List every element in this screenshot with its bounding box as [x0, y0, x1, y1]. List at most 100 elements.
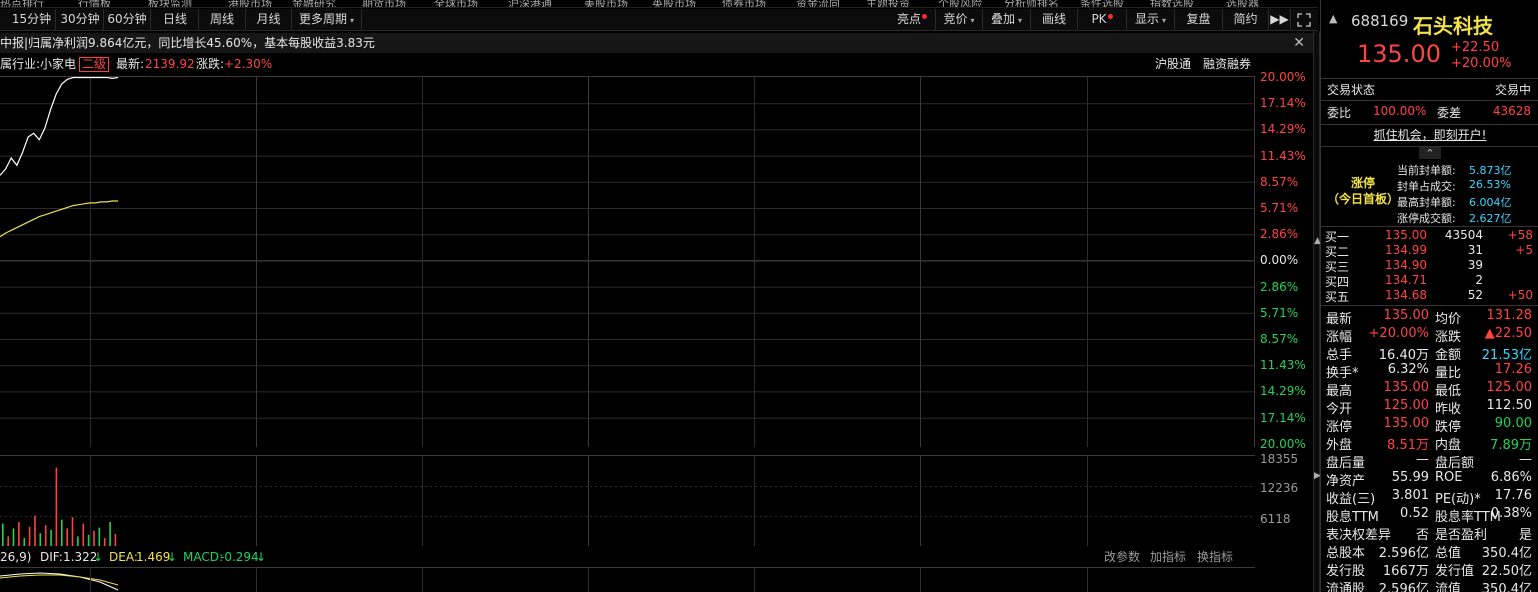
- bid-row[interactable]: 买一 135.00 43504 +58: [1321, 228, 1538, 244]
- top-menu-item[interactable]: 板块监测: [148, 0, 192, 7]
- stat-value: 55.99: [1391, 470, 1429, 485]
- last-price: 135.00: [1357, 40, 1441, 68]
- bid-row[interactable]: 买三 134.90 39: [1321, 258, 1538, 274]
- stat-value: 0.52: [1400, 506, 1429, 521]
- switch-indicator-button[interactable]: 换指标: [1197, 548, 1233, 566]
- volume-bar: [55, 467, 58, 546]
- expand-icon[interactable]: ⌃: [1419, 147, 1441, 160]
- axis-tick-label: 8.57%: [1260, 174, 1299, 189]
- stat-label: PE(动)*: [1435, 492, 1481, 507]
- fullscreen-icon[interactable]: [1292, 9, 1316, 31]
- stat-label: 最新: [1326, 312, 1353, 327]
- period-button[interactable]: 月线: [246, 9, 292, 31]
- bid-row[interactable]: 买二 134.99 31 +5: [1321, 243, 1538, 259]
- toolbar-button[interactable]: 简约: [1223, 9, 1269, 31]
- top-menu-item[interactable]: 选股器: [1226, 0, 1259, 7]
- toolbar-button[interactable]: 竞价 ▾: [936, 9, 983, 31]
- top-menu-item[interactable]: 债券市场: [722, 0, 766, 7]
- hk-connect-link[interactable]: 沪股通: [1155, 55, 1191, 73]
- macd-arrow: ↓: [256, 550, 267, 564]
- toolbar-button[interactable]: 画线: [1031, 9, 1078, 31]
- weibi-row: 委比 100.00% 委差 43628: [1321, 104, 1538, 122]
- intraday-chart[interactable]: [0, 76, 1255, 447]
- open-account-link[interactable]: 抓住机会，即刻开户!: [1321, 126, 1538, 143]
- stock-name[interactable]: 石头科技: [1413, 10, 1493, 39]
- top-menu-item[interactable]: 金融研究: [292, 0, 336, 7]
- top-menu-item[interactable]: 全球市场: [434, 0, 478, 7]
- toolbar-button[interactable]: 显示 ▾: [1127, 9, 1175, 31]
- top-menu-item[interactable]: 主题投资: [866, 0, 910, 7]
- toolbar-button[interactable]: ▶▶: [1269, 9, 1291, 31]
- close-icon[interactable]: ✕: [1293, 33, 1305, 53]
- status-value: 交易中: [1494, 83, 1531, 97]
- macd-chart[interactable]: [0, 567, 1255, 592]
- stat-value: 350.4亿: [1481, 582, 1532, 592]
- stat-label: 今开: [1326, 402, 1353, 417]
- period-button[interactable]: 周线: [199, 9, 246, 31]
- macd-chart-svg: [0, 568, 1088, 592]
- top-menu-strip[interactable]: 热点排行 行情板 板块监测 港股市场 金融研究 期货市场 全球市场 沪深港通 美股市场 英股市场 债…: [0, 0, 1318, 8]
- bid-volume: 31: [1467, 243, 1483, 257]
- change-value: +2.30%: [224, 57, 273, 71]
- price-block: 135.00 +22.50 +20.00%: [1321, 40, 1538, 71]
- macd-indicator-bar: 26,9) DIF: 1.322 ↓ DEA: 1.469 ↓ MACD: -0…: [0, 548, 1260, 566]
- scroll-up-icon[interactable]: ▲: [1329, 12, 1337, 25]
- add-indicator-button[interactable]: 加指标: [1150, 548, 1186, 566]
- volume-chart[interactable]: [0, 455, 1255, 546]
- stat-value: 135.00: [1383, 308, 1430, 323]
- bid-row[interactable]: 买五 134.68 52 +50: [1321, 288, 1538, 304]
- stat-value: 21.53亿: [1481, 348, 1532, 363]
- quote-panel: ▲ 688169 石头科技 135.00 +22.50 +20.00% 交易状态…: [1320, 0, 1538, 592]
- stat-value: 17.26: [1494, 362, 1532, 377]
- toolbar-button[interactable]: PK: [1078, 9, 1127, 31]
- top-menu-item[interactable]: 行情板: [78, 0, 111, 7]
- period-button[interactable]: 15分钟: [8, 9, 56, 31]
- stat-value: 125.00: [1383, 398, 1430, 413]
- stat-label: 总股本: [1326, 546, 1366, 561]
- top-menu-item[interactable]: 期货市场: [362, 0, 406, 7]
- limit-row-label: 封单占成交:: [1397, 180, 1456, 193]
- top-menu-item[interactable]: 条件选股: [1080, 0, 1124, 7]
- volume-bar: [66, 528, 68, 546]
- top-menu-item[interactable]: 热点排行: [0, 0, 44, 7]
- stat-label: 涨跌: [1435, 330, 1462, 345]
- volume-bar: [50, 530, 52, 546]
- stat-value: +20.00%: [1368, 326, 1429, 341]
- panel-splitter[interactable]: ▲ ▶: [1313, 31, 1321, 592]
- top-menu-item[interactable]: 分析师排名: [1004, 0, 1059, 7]
- stat-label: 内盘: [1435, 438, 1462, 453]
- period-label: 月线: [256, 12, 281, 26]
- stat-value: 3.801: [1391, 488, 1429, 503]
- top-menu-item[interactable]: 美股市场: [584, 0, 628, 7]
- bid-price: 134.90: [1385, 258, 1427, 272]
- volume-bar: [77, 536, 79, 546]
- volume-tick-label: 18355: [1260, 452, 1299, 466]
- industry-name[interactable]: 小家电: [40, 55, 76, 73]
- top-menu-item[interactable]: 个股风险: [938, 0, 982, 7]
- top-menu-item[interactable]: 资金流向: [796, 0, 840, 7]
- level-badge[interactable]: 二级: [79, 57, 110, 72]
- dea-line: [0, 574, 119, 586]
- top-menu-item[interactable]: 沪深港通: [508, 0, 552, 7]
- period-button[interactable]: 30分钟: [57, 9, 104, 31]
- stat-value: —: [1519, 452, 1532, 467]
- edit-params-button[interactable]: 改参数: [1104, 548, 1140, 566]
- period-button[interactable]: 更多周期 ▾: [292, 9, 362, 31]
- top-menu-item[interactable]: 港股市场: [228, 0, 272, 7]
- margin-trading-link[interactable]: 融资融券: [1203, 55, 1251, 73]
- chevron-down-icon: ▾: [1162, 16, 1167, 25]
- limit-row-value: 26.53%: [1469, 178, 1511, 191]
- period-button[interactable]: 60分钟: [104, 9, 151, 31]
- period-button[interactable]: 日线: [152, 9, 199, 31]
- top-menu-item[interactable]: 指数选股: [1150, 0, 1194, 7]
- axis-tick-label: 2.86%: [1260, 279, 1299, 294]
- bid-row[interactable]: 买四 134.71 2: [1321, 273, 1538, 289]
- notice-dot-icon: [922, 14, 927, 19]
- toolbar-button[interactable]: 亮点: [889, 9, 936, 31]
- toolbar-button[interactable]: 复盘: [1175, 9, 1223, 31]
- axis-tick-label: 5.71%: [1260, 305, 1299, 320]
- volume-bar: [7, 536, 9, 546]
- top-menu-item[interactable]: 英股市场: [652, 0, 696, 7]
- toolbar-button[interactable]: 叠加 ▾: [983, 9, 1031, 31]
- bid-delta: +5: [1515, 243, 1533, 257]
